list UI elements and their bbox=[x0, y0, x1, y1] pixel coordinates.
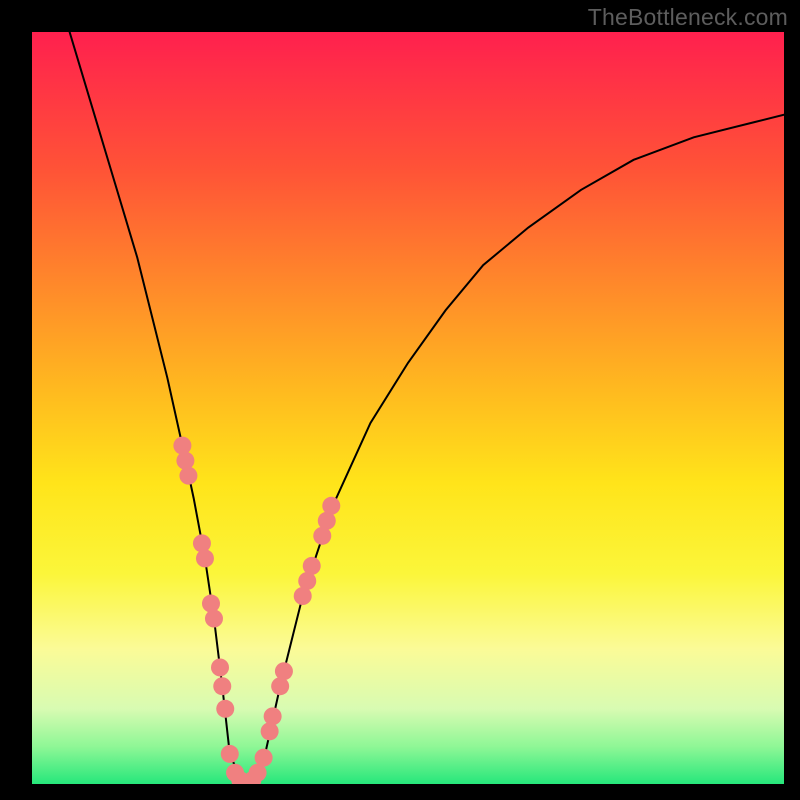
chart-frame: TheBottleneck.com bbox=[0, 0, 800, 800]
data-marker bbox=[216, 700, 234, 718]
data-markers bbox=[173, 437, 340, 784]
data-marker bbox=[271, 677, 289, 695]
data-marker bbox=[173, 437, 191, 455]
data-marker bbox=[322, 497, 340, 515]
bottleneck-curve bbox=[70, 32, 784, 784]
data-marker bbox=[303, 557, 321, 575]
data-marker bbox=[275, 662, 293, 680]
data-marker bbox=[211, 658, 229, 676]
plot-area bbox=[32, 32, 784, 784]
data-marker bbox=[255, 749, 273, 767]
data-marker bbox=[202, 595, 220, 613]
data-marker bbox=[221, 745, 239, 763]
data-marker bbox=[179, 467, 197, 485]
watermark-text: TheBottleneck.com bbox=[588, 4, 788, 31]
chart-svg bbox=[32, 32, 784, 784]
data-marker bbox=[205, 610, 223, 628]
data-marker bbox=[261, 722, 279, 740]
data-marker bbox=[193, 534, 211, 552]
data-marker bbox=[196, 549, 214, 567]
data-marker bbox=[264, 707, 282, 725]
data-marker bbox=[213, 677, 231, 695]
data-marker bbox=[176, 452, 194, 470]
